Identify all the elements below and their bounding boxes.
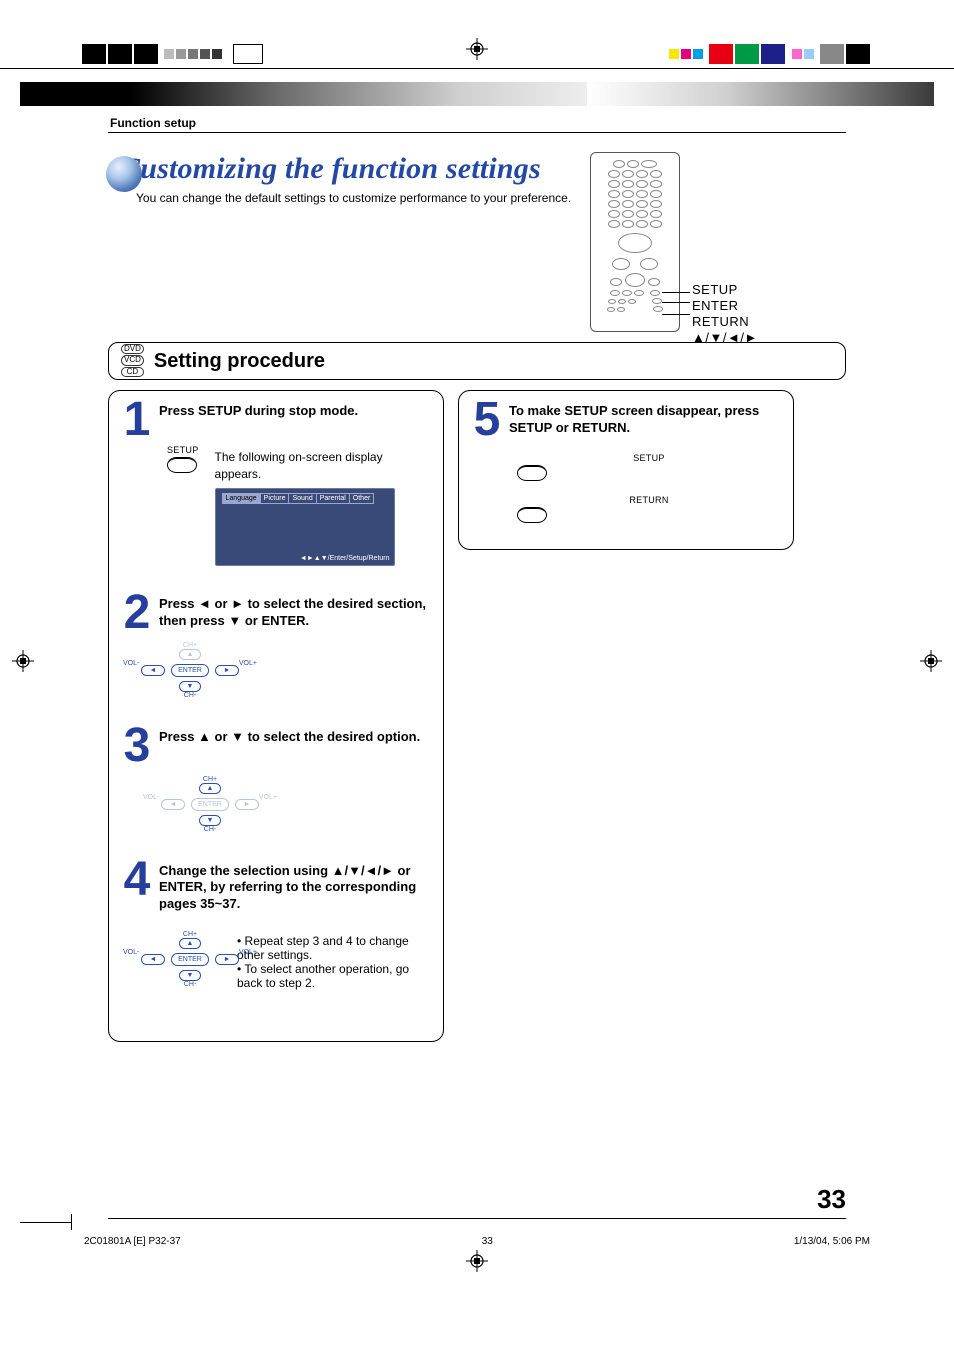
remote-illustration: SETUP ENTER RETURN ▲/▼/◄/► [584, 152, 844, 352]
step-2: 2 Press ◄ or ► to select the desired sec… [121, 594, 431, 699]
osd-hint: ◄►▲▼/Enter/Setup/Return [300, 555, 390, 562]
registration-mark-icon [466, 1250, 488, 1277]
footer-row: 2C01801A [E] P32-37 33 1/13/04, 5:06 PM [84, 1236, 870, 1247]
remote-label-setup: SETUP [692, 282, 758, 297]
printer-register-bar [0, 44, 954, 80]
page-subtitle: You can change the default settings to c… [136, 190, 588, 206]
return-button-icon: RETURN [517, 495, 781, 523]
step-title: Press ◄ or ► to select the desired secti… [159, 594, 431, 630]
step-title: To make SETUP screen disappear, press SE… [509, 401, 781, 437]
registration-mark-icon [920, 650, 942, 677]
dpad-diagram: CH+ ▲ VOL- VOL+ ◄ ENTER ► ▼ CH- [161, 776, 259, 833]
step-5: 5 To make SETUP screen disappear, press … [471, 401, 781, 523]
registration-mark-icon [12, 650, 34, 677]
remote-label-enter: ENTER [692, 298, 758, 313]
step-1: 1 Press SETUP during stop mode. SETUP Th… [121, 401, 431, 566]
step-4: 4 Change the selection using ▲/▼/◄/► or … [121, 861, 431, 991]
steps-right-column: 5 To make SETUP screen disappear, press … [458, 390, 794, 550]
osd-screenshot: LanguagePictureSoundParentalOther ◄►▲▼/E… [215, 488, 395, 566]
disc-badges: DVD VCD CD [121, 344, 144, 378]
footer-mid: 33 [482, 1236, 493, 1247]
header-gradient [20, 82, 934, 106]
steps-left-column: 1 Press SETUP during stop mode. SETUP Th… [108, 390, 444, 1042]
step-number: 3 [121, 727, 153, 765]
footer-left: 2C01801A [E] P32-37 [84, 1236, 181, 1247]
step-body: The following on-screen display appears. [215, 449, 431, 481]
procedure-heading-bar: DVD VCD CD Setting procedure [108, 342, 846, 380]
footer-right: 1/13/04, 5:06 PM [794, 1236, 870, 1247]
step-notes: Repeat step 3 and 4 to change other sett… [237, 934, 431, 990]
dpad-diagram: CH+ ▲ VOL- VOL+ ◄ ENTER ► ▼ CH- [141, 931, 239, 988]
step-title: Press ▲ or ▼ to select the desired optio… [159, 727, 431, 746]
step-number: 4 [121, 861, 153, 899]
registration-mark-icon [466, 38, 488, 65]
step-title: Change the selection using ▲/▼/◄/► or EN… [159, 861, 431, 914]
step-number: 5 [471, 401, 503, 439]
step-title: Press SETUP during stop mode. [159, 401, 431, 420]
step-3: 3 Press ▲ or ▼ to select the desired opt… [121, 727, 431, 832]
remote-label-group: SETUP ENTER RETURN ▲/▼/◄/► [692, 282, 758, 346]
remote-label-return: RETURN [692, 314, 758, 329]
setup-button-icon: SETUP [517, 453, 781, 481]
title-bubble-icon [106, 156, 142, 192]
dpad-diagram: CH+ ▲ VOL- VOL+ ◄ ENTER ► ▼ CH- [141, 642, 239, 699]
crop-mark-icon [20, 1222, 72, 1223]
page-number: 33 [817, 1184, 846, 1215]
step-number: 2 [121, 594, 153, 632]
setup-button-icon: SETUP [167, 445, 199, 473]
procedure-title: Setting procedure [154, 350, 325, 373]
section-label: Function setup [110, 116, 196, 130]
step-number: 1 [121, 401, 153, 439]
page-title: Customizing the function settings [120, 152, 588, 186]
